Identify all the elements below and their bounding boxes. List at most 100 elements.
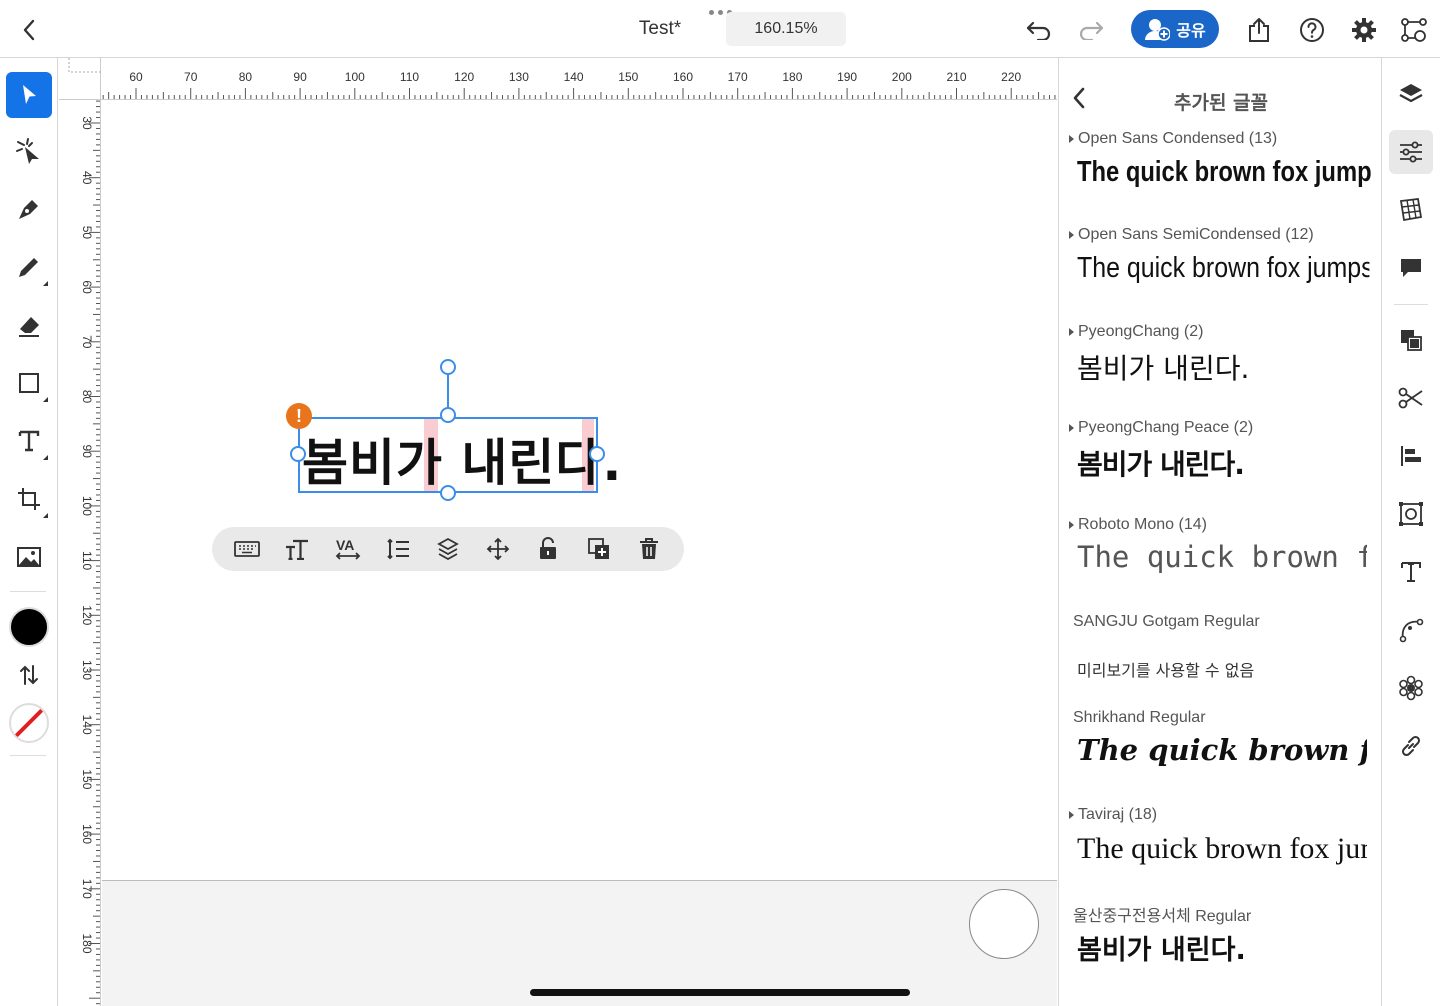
libraries-button[interactable] [1389, 188, 1433, 232]
keyboard-button[interactable] [229, 531, 265, 567]
scissors-icon [1398, 387, 1423, 409]
top-handle[interactable] [440, 407, 456, 423]
font-preview[interactable]: The quick brown fox jumps [1077, 832, 1367, 866]
crop-tool[interactable] [6, 476, 52, 522]
stroke-color-swatch[interactable] [9, 703, 49, 743]
expand-caret-icon[interactable] [1069, 811, 1074, 819]
duplicate-icon [587, 538, 609, 559]
left-handle[interactable] [290, 446, 306, 462]
plugins-button[interactable] [1397, 13, 1431, 47]
font-family-header[interactable]: Open Sans Condensed (13) [1069, 130, 1375, 148]
selection-tool[interactable] [6, 72, 52, 118]
missing-font-warning-icon[interactable]: ! [286, 403, 312, 429]
text-size-button[interactable] [279, 531, 315, 567]
shape-tool[interactable] [6, 360, 52, 406]
font-family-item[interactable]: Shrikhand Regular The quick brown fox [1069, 709, 1375, 801]
fill-color-swatch[interactable] [9, 607, 49, 647]
align-button[interactable] [1389, 434, 1433, 478]
pencil-icon [19, 258, 38, 277]
font-family-item[interactable]: Open Sans Condensed (13) The quick brown… [1069, 130, 1375, 222]
font-family-item[interactable]: PyeongChang (2) 봄비가 내린다. [1069, 323, 1375, 415]
type-t-icon [18, 430, 40, 452]
duplicate-button[interactable] [581, 531, 617, 567]
rotate-handle[interactable] [440, 359, 456, 375]
font-family-header[interactable]: SANGJU Gotgam Regular [1069, 613, 1375, 631]
pencil-tool[interactable] [6, 244, 52, 290]
arrange-panel-button[interactable] [1389, 318, 1433, 362]
ruler-label: 120 [454, 70, 474, 84]
font-family-name: 울산중구전용서체 Regular [1073, 908, 1252, 925]
expand-caret-icon[interactable] [1069, 328, 1074, 336]
line-spacing-button[interactable] [380, 531, 416, 567]
font-family-header[interactable]: Roboto Mono (14) [1069, 516, 1375, 534]
image-tool[interactable] [6, 534, 52, 580]
back-button[interactable] [14, 15, 44, 45]
font-preview[interactable]: 봄비가 내린다. [1077, 928, 1367, 967]
font-family-header[interactable]: Shrikhand Regular [1069, 709, 1375, 727]
panel-back-button[interactable] [1071, 86, 1095, 114]
font-family-header[interactable]: PyeongChang Peace (2) [1069, 419, 1375, 437]
settings-button[interactable] [1347, 13, 1381, 47]
font-family-item[interactable]: Roboto Mono (14) The quick brown fox [1069, 516, 1375, 608]
repeat-grid-button[interactable] [1389, 492, 1433, 536]
text-frame-button[interactable] [1389, 550, 1433, 594]
font-family-item[interactable]: Open Sans SemiCondensed (12) The quick b… [1069, 226, 1375, 318]
document-title[interactable]: Test* [600, 18, 720, 40]
font-preview[interactable]: The quick brown fox jumps [1077, 156, 1372, 189]
font-family-header[interactable]: Open Sans SemiCondensed (12) [1069, 226, 1375, 244]
font-family-header[interactable]: Taviraj (18) [1069, 806, 1375, 824]
selected-text-object[interactable]: 봄비가 내린다. [298, 415, 621, 493]
zoom-level[interactable]: 160.15% [726, 12, 846, 46]
gear-icon [1352, 18, 1376, 42]
svg-text:VA: VA [336, 537, 354, 553]
expand-caret-icon[interactable] [1069, 135, 1074, 143]
arrow-pointer-icon [23, 85, 36, 104]
layers-button[interactable] [1389, 72, 1433, 116]
redo-icon [1079, 21, 1104, 40]
ruler-origin[interactable] [59, 58, 101, 100]
character-spacing-button[interactable]: VA [330, 531, 366, 567]
horizontal-ruler[interactable]: 60 70 80 90 100 110 120 130 140 150 160 170 180 190 20… [101, 58, 1057, 100]
type-tool[interactable] [6, 418, 52, 464]
canvas-text[interactable]: 봄비가 내린다. [302, 423, 622, 495]
expand-caret-icon[interactable] [1069, 521, 1074, 529]
font-family-item[interactable]: 울산중구전용서체 Regular 봄비가 내린다. [1069, 902, 1375, 994]
help-button[interactable] [1295, 13, 1329, 47]
pattern-button[interactable] [1389, 666, 1433, 710]
font-preview[interactable]: The quick brown fox jumps [1077, 252, 1369, 285]
font-preview[interactable]: 봄비가 내린다. [1077, 347, 1367, 387]
links-button[interactable] [1389, 724, 1433, 768]
export-button[interactable] [1242, 13, 1276, 47]
lock-button[interactable] [530, 531, 566, 567]
font-preview[interactable]: The quick brown fox [1077, 733, 1367, 767]
touch-modifier-button[interactable] [969, 889, 1039, 959]
font-family-item[interactable]: Taviraj (18) The quick brown fox jumps [1069, 806, 1375, 898]
expand-caret-icon[interactable] [1069, 424, 1074, 432]
pen-tool[interactable] [6, 186, 52, 232]
bottom-handle[interactable] [440, 485, 456, 501]
font-family-item[interactable]: SANGJU Gotgam Regular 미리보기를 사용할 수 없음 [1069, 613, 1375, 705]
delete-button[interactable] [631, 531, 667, 567]
eraser-tool[interactable] [6, 302, 52, 348]
font-family-header[interactable]: 울산중구전용서체 Regular [1069, 902, 1375, 926]
path-operations-button[interactable] [1389, 376, 1433, 420]
pasteboard[interactable] [102, 880, 1057, 1006]
undo-button[interactable] [1022, 13, 1056, 47]
vertical-ruler[interactable]: 30 40 50 60 70 80 90 100 110 120 130 140 150 160 170 18… [59, 100, 101, 1006]
share-button[interactable]: 공유 [1131, 10, 1219, 48]
move-button[interactable] [480, 531, 516, 567]
redo-button[interactable] [1074, 13, 1108, 47]
curvature-button[interactable] [1389, 608, 1433, 652]
font-preview[interactable]: 봄비가 내린다. [1077, 443, 1367, 483]
arrange-button[interactable] [430, 531, 466, 567]
font-family-item[interactable]: PyeongChang Peace (2) 봄비가 내린다. [1069, 419, 1375, 511]
font-preview[interactable]: The quick brown fox [1077, 540, 1367, 574]
swap-colors-button[interactable] [6, 652, 52, 698]
font-family-header[interactable]: PyeongChang (2) [1069, 323, 1375, 341]
right-handle[interactable] [589, 446, 605, 462]
comments-button[interactable] [1389, 246, 1433, 290]
canvas[interactable]: 봄비가 내린다. ! VA [102, 101, 1057, 1006]
expand-caret-icon[interactable] [1069, 231, 1074, 239]
properties-button[interactable] [1389, 130, 1433, 174]
direct-selection-tool[interactable] [6, 128, 52, 174]
